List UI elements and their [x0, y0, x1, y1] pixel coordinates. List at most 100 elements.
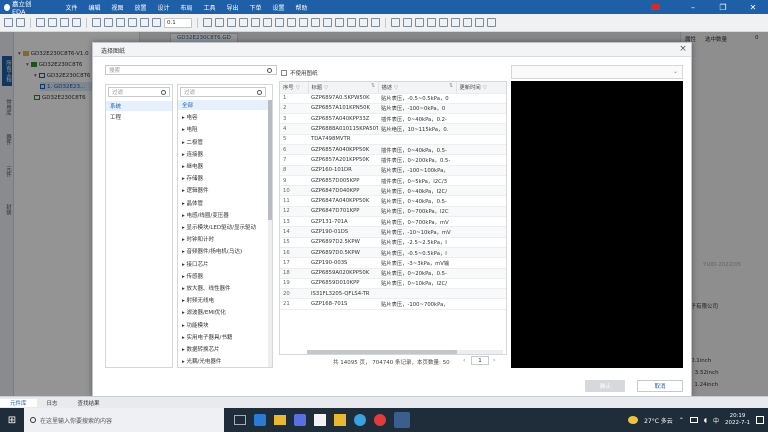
notification-icon[interactable] [651, 4, 660, 10]
task-view-icon[interactable] [234, 415, 246, 425]
pin-icon[interactable] [16, 18, 25, 27]
clock[interactable]: 20:19 2022-7-1 [725, 413, 750, 427]
category-scrollbar[interactable] [268, 100, 272, 367]
file-explorer-icon[interactable] [274, 415, 286, 425]
close-icon[interactable]: × [677, 44, 689, 54]
menu-layout[interactable]: 布局 [175, 3, 198, 12]
tray-expand-icon[interactable]: ⌃ [679, 417, 684, 424]
table-row[interactable]: 14 GZP190-01DS 贴片表压，-10~10kPa，mV [280, 226, 506, 238]
wire-icon[interactable] [203, 18, 212, 27]
network-icon[interactable] [689, 417, 698, 423]
filter-icon[interactable]: ▽ [394, 85, 398, 91]
column-header-index[interactable]: 序号 ▽ [280, 82, 309, 94]
menu-view[interactable]: 视图 [106, 3, 129, 12]
category-item[interactable]: ▸ 逻辑器件 [178, 185, 268, 195]
bus-icon[interactable] [215, 18, 224, 27]
confirm-button[interactable]: 确认 [585, 380, 625, 392]
menu-place[interactable]: 放置 [129, 3, 152, 12]
share-icon[interactable] [487, 18, 496, 27]
category-item[interactable]: 全部 [178, 100, 268, 111]
scrollbar-thumb[interactable] [307, 350, 457, 354]
table-row[interactable]: 4 GZP6888A010115KPA50T 贴片绝压，10~115kPa，0. [280, 123, 506, 135]
category-item[interactable]: ▸ 存储器 [178, 173, 268, 183]
table-row[interactable]: 18 GZP6859A020KPP50K 贴片表压，0~20kPa，0.5- [280, 268, 506, 279]
no-connect-icon[interactable] [275, 18, 284, 27]
table-row[interactable]: 9 GZP6857D005KPP 插件表压，0~5kPa，I2C/3 [280, 175, 506, 187]
notification-center-icon[interactable] [756, 416, 764, 424]
zoom-in-icon[interactable] [92, 18, 101, 27]
sort-icon[interactable]: ⇅ [449, 83, 453, 89]
column-header-updated[interactable]: 更新时间 ▽ [456, 82, 506, 94]
table-row[interactable]: 15 GZP6897D2.5KPW 贴片表压，-2.5~2.5kPa，I [280, 237, 506, 248]
rect-icon[interactable] [311, 18, 320, 27]
save-icon[interactable] [48, 18, 57, 27]
category-item[interactable]: ▸ 音频器件/扬电机(马达) [178, 246, 268, 256]
color-icon[interactable] [152, 18, 161, 27]
table-row[interactable]: 21 GZP168-701S 贴片表压，-100~700kPa， [280, 298, 506, 310]
menu-export[interactable]: 导出 [221, 3, 244, 12]
layer-icon[interactable] [140, 18, 149, 27]
net-label-icon[interactable] [227, 18, 236, 27]
table-row[interactable]: 7 GZP6857A201KPP50K 插件表压，0~200kPa，0.5- [280, 154, 506, 166]
table-hscrollbar[interactable] [307, 350, 503, 354]
next-page-icon[interactable]: › [493, 357, 495, 364]
library-item-project[interactable]: 工程 [106, 112, 172, 122]
category-filter-input[interactable]: 过滤 [180, 87, 266, 97]
cancel-button[interactable]: 取消 [637, 380, 683, 392]
tab-library[interactable]: 元件库 [0, 398, 37, 407]
circle-icon[interactable] [323, 18, 332, 27]
category-item[interactable]: ▸ 数据转换芯片 [178, 344, 268, 354]
arc-icon[interactable] [335, 18, 344, 27]
taskbar-search[interactable]: 在这里输入你要搜索的内容 [24, 408, 224, 432]
browser-icon[interactable] [354, 414, 366, 426]
menu-file[interactable]: 文件 [60, 3, 83, 12]
filter-icon[interactable]: ▽ [296, 85, 300, 91]
table-icon[interactable] [371, 18, 380, 27]
start-button[interactable]: ⊞ [0, 408, 24, 432]
column-header-title[interactable]: 标题 ▽ ⇅ [308, 82, 379, 94]
ground-icon[interactable] [251, 18, 260, 27]
redo-icon[interactable] [72, 18, 81, 27]
search-icon[interactable] [267, 68, 272, 73]
no-sheet-checkbox-row[interactable]: 不使用图纸 [281, 69, 318, 77]
close-icon[interactable]: ✕ [738, 3, 768, 12]
table-row[interactable]: 1 GZP6897A0.5KPW50K 贴片表压，-0.5~0.5kPa，0 [280, 93, 506, 104]
filter-icon[interactable]: ▽ [324, 85, 328, 91]
folder-icon[interactable] [334, 414, 346, 426]
store-icon[interactable] [294, 414, 306, 426]
menu-help[interactable]: 帮助 [290, 3, 313, 12]
lock-icon[interactable] [427, 18, 436, 27]
category-item[interactable]: ▸ 滤波器/EMI优化 [178, 307, 268, 317]
volume-icon[interactable]: ◖ [704, 417, 707, 424]
menu-tools[interactable]: 工具 [198, 3, 221, 12]
netlist-icon[interactable] [475, 18, 484, 27]
polygon-icon[interactable] [347, 18, 356, 27]
sort-icon[interactable]: ⇅ [371, 83, 375, 89]
table-row[interactable]: 12 GZP6847D701KPP 贴片表压，0~700kPa，I2C [280, 206, 506, 218]
table-row[interactable]: 19 GZP6859D010KPP 贴片表压，0~10kPa，I2C/ [280, 278, 506, 290]
category-item[interactable]: ▸ 连接器 [178, 149, 268, 159]
menu-design[interactable]: 设计 [152, 3, 175, 12]
text-icon[interactable] [287, 18, 296, 27]
table-row[interactable]: 13 GZP131-701A 贴片表压，0~700kPa，mV [280, 216, 506, 228]
category-item[interactable]: ▸ 功能模块 [178, 320, 268, 330]
table-row[interactable]: 2 GZP6857A101KPN50K 贴片表压，-100~0kPa，0 [280, 103, 506, 115]
category-item[interactable]: ▸ 光耦/光电器件 [178, 356, 268, 366]
bom-icon[interactable] [451, 18, 460, 27]
undo-icon[interactable] [60, 18, 69, 27]
filter-icon[interactable] [4, 18, 13, 27]
table-row[interactable]: 10 GZP6847D040KPP 贴片表压，0~40kPa，I2C/ [280, 185, 506, 197]
table-row[interactable]: 17 GZP190-003S 贴片表压，-3~3kPa，mV输 [280, 257, 506, 269]
ime-indicator[interactable]: 中 [713, 416, 719, 425]
prev-page-icon[interactable]: ‹ [463, 357, 465, 364]
preview-select[interactable]: ⌄ [511, 65, 683, 79]
app-icon[interactable] [374, 414, 386, 426]
category-item[interactable]: ▸ 电感/线圈/变压器 [178, 210, 268, 220]
category-item[interactable]: ▸ 电容 [178, 112, 268, 122]
flip-icon[interactable] [415, 18, 424, 27]
tab-find-results[interactable]: 查找结果 [68, 399, 110, 407]
weather-text[interactable]: 27°C 多云 [644, 416, 673, 425]
menu-settings[interactable]: 设置 [267, 3, 290, 12]
power-icon[interactable] [239, 18, 248, 27]
category-item[interactable]: ▸ 放大器、线性器件 [178, 283, 268, 293]
